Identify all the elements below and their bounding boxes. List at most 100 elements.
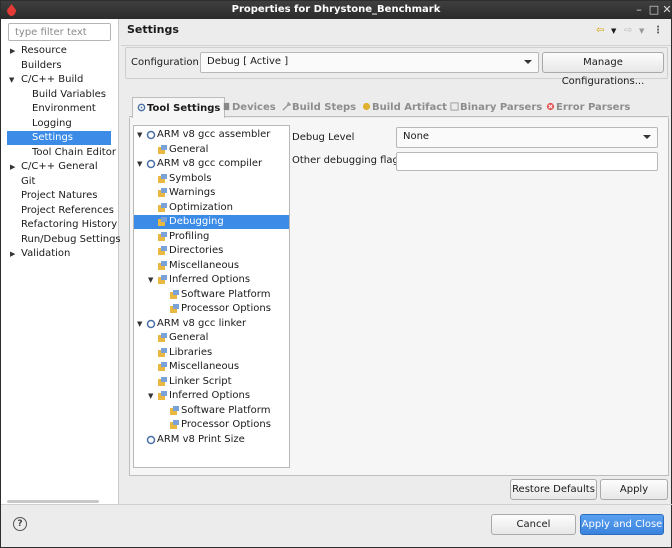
options-icon — [158, 261, 167, 270]
tree-item-assembler[interactable]: ARM v8 gcc assembler — [157, 128, 270, 142]
tree-item-linker-software-platform[interactable]: Software Platform — [181, 404, 270, 418]
chevron-down-icon[interactable]: ▼ — [137, 317, 145, 331]
header-divider — [121, 45, 671, 46]
tool-icon — [146, 159, 156, 169]
chevron-right-icon[interactable]: ▶ — [10, 160, 18, 174]
tab-devices[interactable]: Devices — [222, 97, 276, 118]
sidebar-item-resource[interactable]: Resource — [21, 44, 67, 58]
tree-item-print-size[interactable]: ARM v8 Print Size — [157, 433, 245, 447]
sidebar-item-builders[interactable]: Builders — [21, 59, 62, 73]
tab-tool-settings[interactable]: Tool Settings — [132, 97, 226, 118]
tree-item-optimization[interactable]: Optimization — [169, 201, 233, 215]
cancel-button[interactable]: Cancel — [491, 514, 576, 535]
tree-item-general[interactable]: General — [169, 143, 208, 157]
help-icon[interactable]: ? — [13, 517, 27, 531]
options-icon — [158, 333, 167, 342]
chevron-down-icon[interactable]: ▼ — [148, 389, 156, 403]
sidebar-item-logging[interactable]: Logging — [32, 117, 72, 131]
tab-error-parsers[interactable]: Error Parsers — [546, 97, 630, 118]
filter-input[interactable] — [8, 23, 111, 41]
tree-item-warnings[interactable]: Warnings — [169, 186, 215, 200]
tree-item-compiler[interactable]: ARM v8 gcc compiler — [157, 157, 262, 171]
chevron-down-icon[interactable]: ▼ — [137, 128, 145, 142]
apply-button[interactable]: Apply — [600, 479, 668, 500]
options-icon — [158, 174, 167, 183]
chevron-down-icon — [524, 60, 532, 64]
tree-item-linker-general[interactable]: General — [169, 331, 208, 345]
configuration-label: Configuration: — [131, 57, 203, 68]
tab-build-steps[interactable]: Build Steps — [282, 97, 356, 118]
sidebar-item-settings[interactable]: Settings — [7, 131, 111, 145]
horizontal-scrollbar[interactable] — [7, 500, 99, 503]
debug-level-value: None — [403, 131, 430, 142]
options-icon — [170, 304, 179, 313]
sidebar-item-refactoring-history[interactable]: Refactoring History — [21, 218, 117, 232]
sidebar-item-environment[interactable]: Environment — [32, 102, 96, 116]
tree-item-linker-script[interactable]: Linker Script — [169, 375, 232, 389]
footer-divider — [1, 504, 672, 505]
chevron-right-icon[interactable]: ▶ — [10, 44, 18, 58]
tree-item-processor-options[interactable]: Processor Options — [181, 302, 271, 316]
tree-item-linker-miscellaneous[interactable]: Miscellaneous — [169, 360, 239, 374]
tool-icon — [146, 130, 156, 140]
sidebar-item-run-debug-settings[interactable]: Run/Debug Settings — [21, 233, 121, 247]
sidebar-item-project-references[interactable]: Project References — [21, 204, 114, 218]
tree-item-libraries[interactable]: Libraries — [169, 346, 212, 360]
sidebar-item-tool-chain-editor[interactable]: Tool Chain Editor — [32, 146, 116, 160]
tree-item-miscellaneous[interactable]: Miscellaneous — [169, 259, 239, 273]
sidebar-item-validation[interactable]: Validation — [21, 247, 70, 261]
other-debugging-flags-input[interactable] — [396, 152, 658, 171]
tree-item-symbols[interactable]: Symbols — [169, 172, 211, 186]
debug-level-select[interactable]: None — [396, 127, 658, 148]
options-icon — [158, 348, 167, 357]
tree-item-software-platform[interactable]: Software Platform — [181, 288, 270, 302]
tree-item-linker[interactable]: ARM v8 gcc linker — [157, 317, 246, 331]
options-icon — [158, 362, 167, 371]
device-icon — [223, 102, 230, 111]
other-debugging-flags-label: Other debugging flags — [292, 155, 405, 166]
options-icon — [158, 275, 167, 284]
tree-item-linker-inferred-options[interactable]: Inferred Options — [169, 389, 250, 403]
artifact-icon — [362, 102, 371, 111]
tool-settings-tree: ▼ ARM v8 gcc assembler General ▼ ARM v8 … — [133, 125, 290, 468]
restore-defaults-button[interactable]: Restore Defaults — [510, 479, 597, 500]
chevron-down-icon[interactable]: ▼ — [9, 73, 17, 87]
options-icon — [158, 246, 167, 255]
tree-item-directories[interactable]: Directories — [169, 244, 223, 258]
tool-settings-icon — [137, 103, 146, 112]
configuration-select[interactable]: Debug [ Active ] — [200, 52, 539, 73]
chevron-down-icon[interactable]: ▼ — [148, 273, 156, 287]
tool-icon — [146, 435, 156, 445]
wrench-icon — [282, 102, 291, 111]
binary-icon — [450, 102, 459, 111]
close-icon[interactable]: ✕ — [660, 3, 672, 17]
back-arrow-icon[interactable]: ⇦ — [596, 25, 604, 37]
minimize-icon[interactable]: – — [632, 3, 646, 17]
chevron-right-icon[interactable]: ▶ — [10, 247, 18, 261]
tab-build-artifact[interactable]: Build Artifact — [362, 97, 447, 118]
options-icon — [170, 420, 179, 429]
tree-item-inferred-options[interactable]: Inferred Options — [169, 273, 250, 287]
sidebar-item-cpp-general[interactable]: C/C++ General — [21, 160, 98, 174]
options-icon — [170, 290, 179, 299]
chevron-down-icon[interactable]: ▼ — [639, 25, 644, 37]
tab-binary-parsers[interactable]: Binary Parsers — [450, 97, 542, 118]
sidebar-item-cpp-build[interactable]: C/C++ Build — [21, 73, 83, 87]
forward-arrow-icon[interactable]: ⇨ — [624, 25, 632, 37]
chevron-down-icon[interactable]: ▼ — [137, 157, 145, 171]
maximize-icon[interactable]: □ — [647, 3, 661, 17]
options-icon — [170, 406, 179, 415]
tree-item-profiling[interactable]: Profiling — [169, 230, 209, 244]
options-icon — [158, 391, 167, 400]
options-icon — [158, 377, 167, 386]
more-options-icon[interactable]: ⋮ — [653, 25, 663, 37]
manage-configurations-button[interactable]: Manage Configurations... — [542, 52, 664, 87]
chevron-down-icon[interactable]: ▼ — [611, 25, 616, 37]
configuration-value: Debug [ Active ] — [207, 56, 289, 67]
sidebar-item-build-variables[interactable]: Build Variables — [32, 88, 106, 102]
sidebar-item-git[interactable]: Git — [21, 175, 35, 189]
apply-and-close-button[interactable]: Apply and Close — [580, 514, 664, 535]
tree-item-linker-processor-options[interactable]: Processor Options — [181, 418, 271, 432]
debug-level-label: Debug Level — [292, 132, 355, 143]
sidebar-item-project-natures[interactable]: Project Natures — [21, 189, 98, 203]
